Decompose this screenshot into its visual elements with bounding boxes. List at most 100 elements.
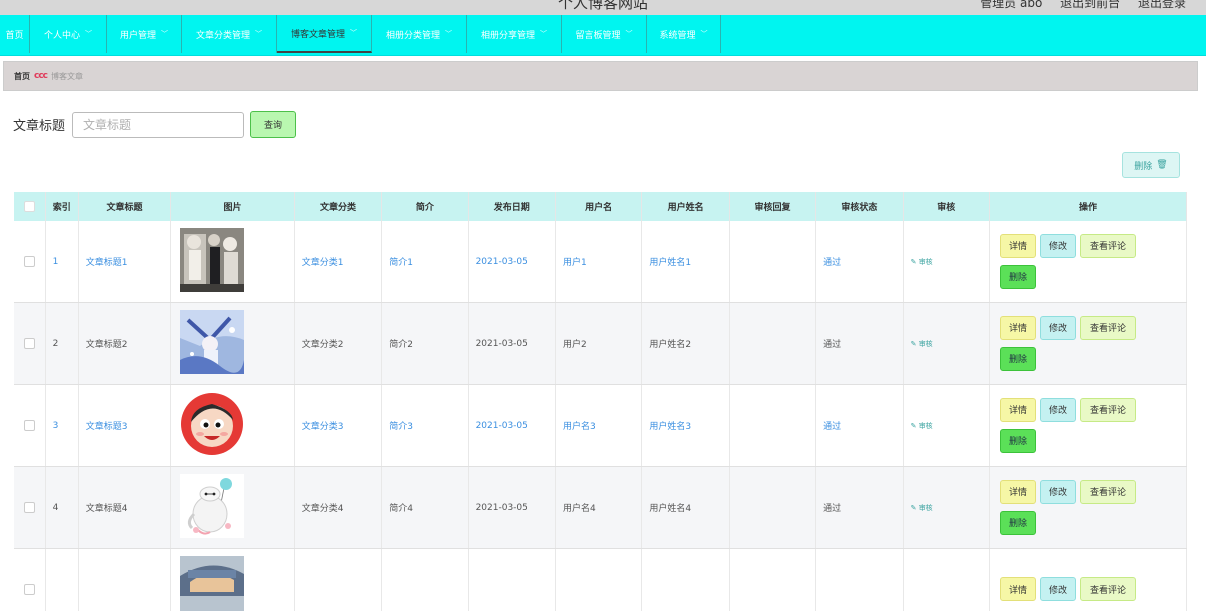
- row-checkbox[interactable]: [23, 420, 35, 431]
- chevron-down-icon: ﹀: [445, 30, 452, 38]
- chevron-down-icon: ﹀: [85, 30, 92, 38]
- cell-title: 文章标题4: [78, 466, 172, 549]
- cell-title[interactable]: 文章标题1: [78, 221, 172, 303]
- edit-icon: ✎: [910, 257, 917, 266]
- row-checkbox-cell: [14, 302, 46, 385]
- review-link[interactable]: ✎ 审核: [911, 504, 933, 512]
- cell-intro: 简介4: [381, 466, 469, 549]
- cell-index: 4: [45, 466, 79, 549]
- cell-username: [555, 548, 643, 611]
- batch-delete-button[interactable]: 删除 🗑: [1122, 152, 1180, 178]
- view-comments-button[interactable]: 查看评论: [1079, 397, 1136, 422]
- nav-message-board-management[interactable]: 留言板管理 ﹀: [562, 15, 647, 53]
- header-date: 发布日期: [468, 192, 556, 221]
- edit-button[interactable]: 修改: [1039, 577, 1076, 601]
- chevron-down-icon: ﹀: [625, 30, 633, 38]
- row-checkbox[interactable]: [23, 338, 35, 349]
- row-checkbox[interactable]: [23, 502, 35, 513]
- nav-user-management[interactable]: 用户管理 ﹀: [107, 15, 182, 53]
- cell-review: [903, 548, 990, 611]
- view-comments-button[interactable]: 查看评论: [1079, 233, 1136, 258]
- cell-date: 2021-03-05: [468, 466, 556, 549]
- cell-realname: 用户姓名2: [641, 302, 730, 385]
- edit-button[interactable]: 修改: [1039, 479, 1076, 504]
- row-checkbox-cell: [14, 221, 46, 303]
- article-image-baymax[interactable]: [179, 474, 244, 538]
- review-link[interactable]: ✎ 审核: [911, 258, 933, 266]
- table-row: 2 文章标题2 文章分类2 简介2 2021-03-05 用户2 用户姓名2 通过 ✎ 审核 详情…: [14, 302, 1187, 385]
- header-category: 文章分类: [294, 192, 383, 221]
- top-bar: 个人博客网站 管理员 abo 退出到前台 退出登录: [0, 0, 1206, 15]
- view-comments-button[interactable]: 查看评论: [1079, 315, 1136, 340]
- row-checkbox[interactable]: [23, 584, 35, 595]
- detail-button[interactable]: 详情: [999, 479, 1036, 504]
- header-realname: 用户姓名: [641, 192, 730, 221]
- cell-image: [170, 548, 295, 611]
- select-all-checkbox[interactable]: [23, 201, 35, 212]
- cell-category: [294, 548, 383, 611]
- goto-front-link[interactable]: 退出到前台: [1060, 0, 1120, 10]
- cell-review-reply: [729, 548, 817, 611]
- edit-button[interactable]: 修改: [1039, 397, 1076, 422]
- detail-button[interactable]: 详情: [999, 315, 1036, 340]
- article-image-anime-characters[interactable]: [179, 228, 244, 292]
- delete-button[interactable]: 删除: [999, 264, 1036, 289]
- header-intro: 简介: [381, 192, 469, 221]
- row-checkbox[interactable]: [23, 256, 35, 267]
- cell-review: ✎ 审核: [903, 384, 990, 467]
- detail-button[interactable]: 详情: [999, 577, 1036, 601]
- main-nav: 首页 个人中心 ﹀ 用户管理 ﹀ 文章分类管理 ﹀ 博客文章管理 ﹀ 相册分类管理 ﹀ 相…: [0, 15, 1206, 56]
- row-checkbox-cell: [14, 548, 46, 611]
- search-input[interactable]: [72, 111, 245, 138]
- nav-article-category-management[interactable]: 文章分类管理 ﹀: [182, 15, 277, 53]
- edit-icon: ✎: [910, 339, 917, 348]
- cell-review-status: [815, 548, 904, 611]
- cell-category: 文章分类4: [294, 466, 383, 549]
- cell-actions: 详情 修改 查看评论: [989, 548, 1187, 611]
- article-table: 索引 文章标题 图片 文章分类 简介 发布日期 用户名 用户姓名 审核回复 审核…: [14, 192, 1187, 611]
- article-image-anime-portrait[interactable]: [179, 556, 244, 611]
- cell-review-reply: [729, 384, 817, 467]
- select-all-checkbox-cell: [14, 192, 46, 221]
- cell-intro: [381, 548, 469, 611]
- view-comments-button[interactable]: 查看评论: [1079, 577, 1136, 601]
- nav-album-share-management[interactable]: 相册分享管理 ﹀: [467, 15, 562, 53]
- article-image-crayon-shin-chan[interactable]: [179, 392, 244, 456]
- cell-intro: 简介1: [381, 221, 469, 303]
- review-link[interactable]: ✎ 审核: [911, 422, 933, 430]
- cell-image: [170, 302, 295, 385]
- detail-button[interactable]: 详情: [999, 233, 1036, 258]
- edit-button[interactable]: 修改: [1039, 233, 1076, 258]
- search-button[interactable]: 查询: [250, 111, 297, 138]
- chevron-down-icon: ﹀: [700, 30, 708, 38]
- cell-date: 2021-03-05: [468, 302, 556, 385]
- cell-image: [170, 466, 295, 549]
- breadcrumb-home[interactable]: 首页: [14, 71, 30, 82]
- nav-personal-center[interactable]: 个人中心 ﹀: [30, 15, 107, 53]
- delete-button[interactable]: 删除: [999, 428, 1036, 453]
- table-row: 1 文章标题1 文章分类1 简介1 2021-03-05 用户1 用户姓名1 通过 ✎ 审核 详情…: [14, 221, 1187, 303]
- cell-realname: 用户姓名3: [641, 384, 730, 467]
- nav-system-management[interactable]: 系统管理 ﹀: [647, 15, 721, 53]
- nav-home[interactable]: 首页: [0, 15, 30, 53]
- cell-category: 文章分类3: [294, 384, 383, 467]
- cell-review-status: 通过: [815, 384, 904, 467]
- delete-button[interactable]: 删除: [999, 510, 1036, 535]
- cell-date: 2021-03-05: [468, 384, 556, 467]
- cell-index: 3: [45, 384, 79, 467]
- breadcrumb-current: 博客文章: [51, 71, 84, 81]
- view-comments-button[interactable]: 查看评论: [1079, 479, 1136, 504]
- delete-button[interactable]: 删除: [999, 346, 1036, 371]
- logout-link[interactable]: 退出登录: [1138, 0, 1186, 10]
- cell-realname: 用户姓名1: [641, 221, 730, 303]
- nav-blog-article-management[interactable]: 博客文章管理 ﹀: [277, 15, 372, 53]
- nav-album-category-management[interactable]: 相册分类管理 ﹀: [372, 15, 467, 53]
- cell-title[interactable]: 文章标题3: [78, 384, 172, 467]
- edit-button[interactable]: 修改: [1039, 315, 1076, 340]
- header-index: 索引: [45, 192, 79, 221]
- cell-intro: 简介2: [381, 302, 469, 385]
- edit-icon: ✎: [910, 421, 917, 430]
- article-image-anime-winter[interactable]: [179, 310, 244, 374]
- review-link[interactable]: ✎ 审核: [911, 340, 933, 348]
- detail-button[interactable]: 详情: [999, 397, 1036, 422]
